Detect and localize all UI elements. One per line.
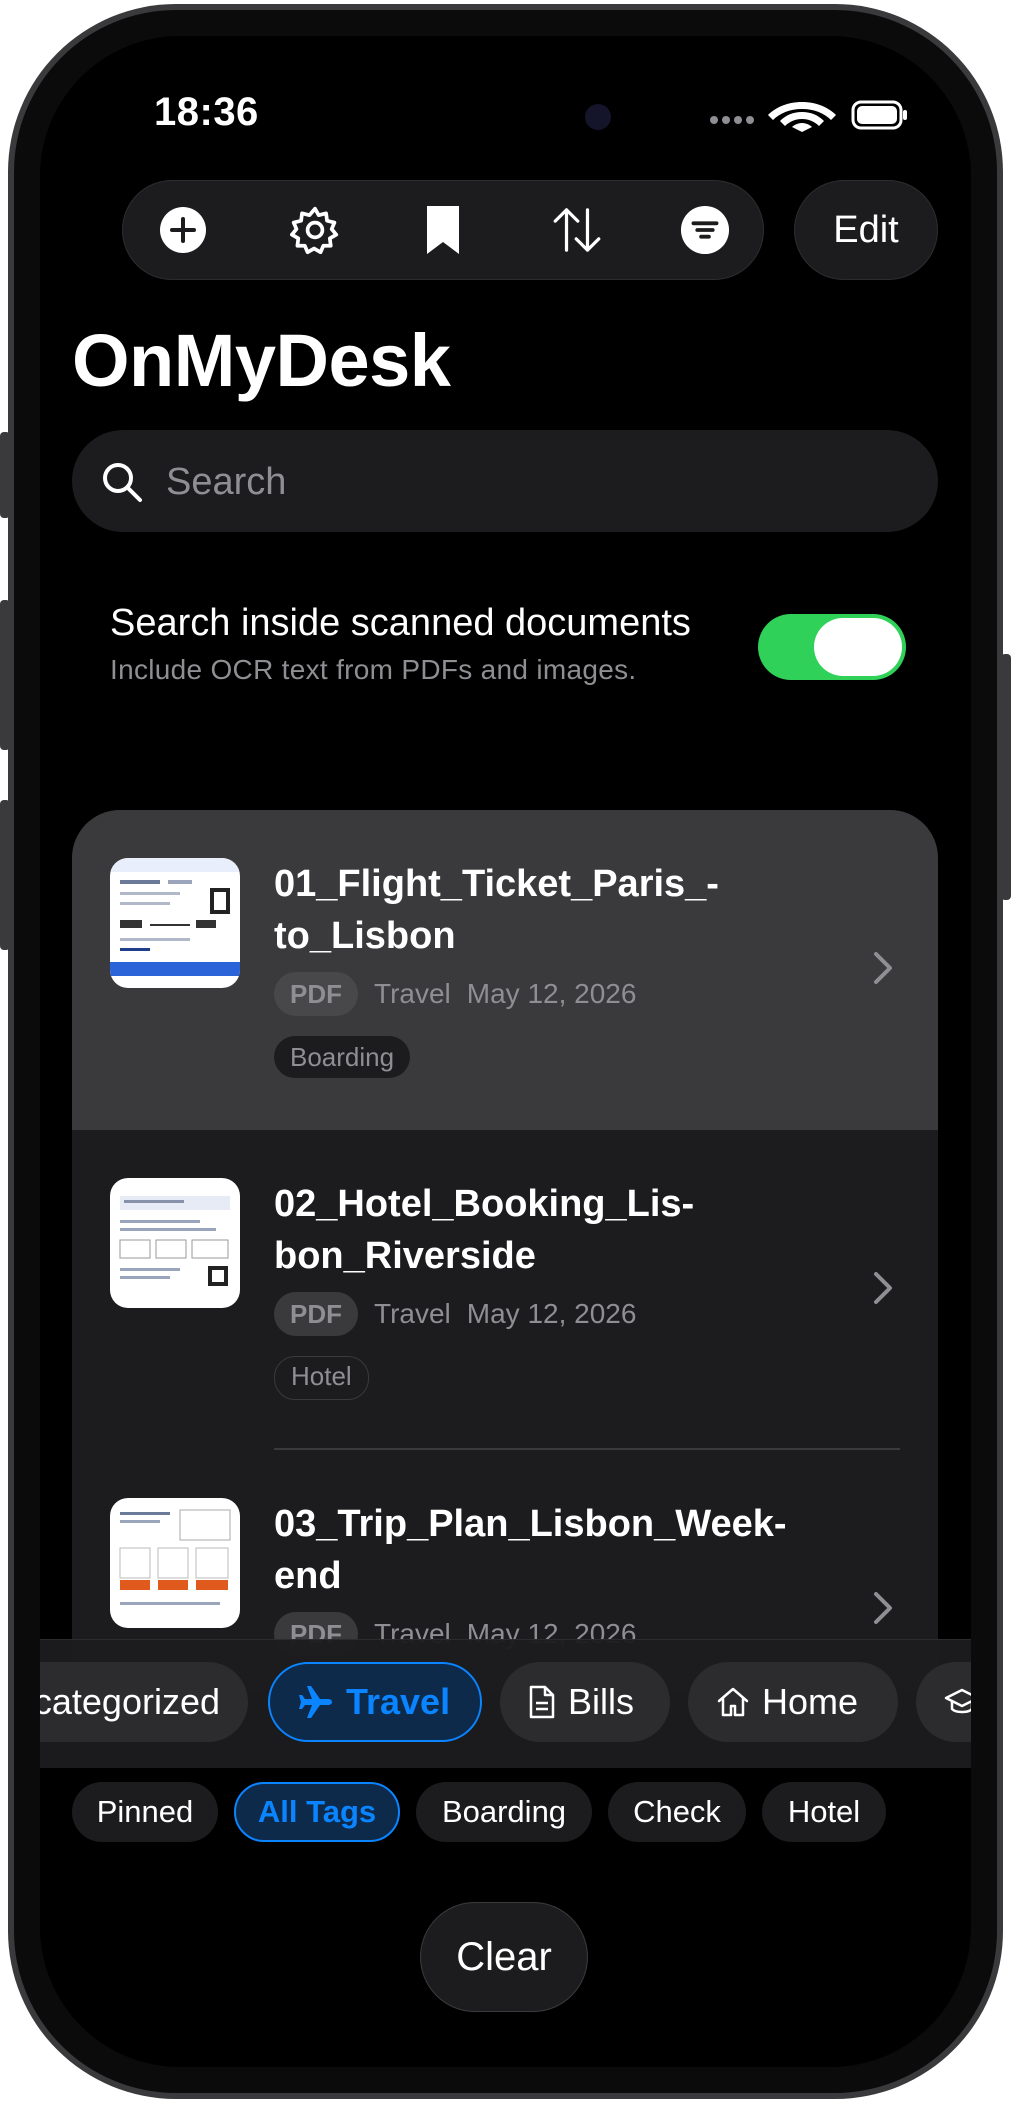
search-icon bbox=[103, 463, 142, 502]
tag-pill-boarding[interactable]: Boarding bbox=[416, 1782, 592, 1842]
cellular-icon bbox=[710, 116, 754, 124]
gear-icon bbox=[290, 206, 339, 255]
volume-down-button bbox=[0, 800, 10, 950]
document-row[interactable]: 01_Flight_Ticket_Paris_- to_Lisbon PDF Tr… bbox=[72, 810, 938, 1130]
document-date: May 12, 2026 bbox=[466, 1298, 637, 1329]
bookmark-icon bbox=[427, 206, 459, 254]
screen: 18:36 Edit OnMyDesk Search Search inside… bbox=[40, 36, 971, 2067]
search-bar bbox=[72, 430, 938, 532]
document-tag: Hotel bbox=[274, 1356, 369, 1400]
category-label: Travel bbox=[346, 1681, 451, 1722]
filter-button[interactable] bbox=[680, 205, 730, 255]
side-button bbox=[0, 432, 10, 518]
wifi-icon bbox=[768, 102, 836, 132]
category-label: categorized bbox=[40, 1681, 220, 1722]
battery-icon bbox=[851, 100, 907, 130]
file-type-badge: PDF bbox=[274, 1292, 358, 1336]
chevron-right-icon bbox=[874, 1272, 892, 1304]
category-label: Bills bbox=[568, 1681, 635, 1722]
house-icon bbox=[717, 1687, 749, 1717]
clear-button[interactable]: Clear bbox=[420, 1902, 588, 2012]
tag-pill-hotel[interactable]: Hotel bbox=[762, 1782, 886, 1842]
chevron-right-icon bbox=[874, 1592, 892, 1624]
category-pill-uncategorized[interactable]: categorized bbox=[40, 1662, 248, 1742]
volume-up-button bbox=[0, 600, 10, 750]
toggle-knob bbox=[814, 618, 902, 676]
top-toolbar bbox=[122, 180, 764, 280]
category-pill-education[interactable] bbox=[916, 1662, 971, 1742]
add-button[interactable] bbox=[158, 205, 208, 255]
document-thumbnail bbox=[110, 1498, 240, 1628]
edit-button[interactable]: Edit bbox=[794, 180, 938, 280]
sort-button[interactable] bbox=[552, 205, 602, 255]
document-category: Travel bbox=[374, 1298, 451, 1329]
document-title: 01_Flight_Ticket_Paris_- to_Lisbon bbox=[274, 863, 719, 957]
document-row[interactable]: 02_Hotel_Booking_Lis-bon_Riverside PDF T… bbox=[72, 1130, 938, 1450]
dynamic-island bbox=[378, 80, 630, 154]
category-pill-home[interactable]: Home bbox=[688, 1662, 898, 1742]
document-list: 01_Flight_Ticket_Paris_- to_Lisbon PDF Tr… bbox=[72, 810, 938, 1690]
document-title: 03_Trip_Plan_Lisbon_Week-end bbox=[274, 1503, 787, 1597]
page-title: OnMyDesk bbox=[72, 319, 451, 402]
category-pill-travel[interactable]: Travel bbox=[268, 1662, 482, 1742]
document-thumbnail bbox=[110, 858, 240, 988]
search-input[interactable] bbox=[164, 450, 908, 514]
filter-icon bbox=[680, 205, 730, 255]
settings-button[interactable] bbox=[290, 205, 340, 255]
ocr-setting-title: Search inside scanned documents bbox=[110, 602, 691, 644]
tag-filter-row: Pinned All Tags Boarding Check Hotel bbox=[40, 1782, 971, 1846]
document-meta: PDF Travel May 12, 2026 bbox=[274, 972, 636, 1016]
document-category: Travel bbox=[374, 978, 451, 1009]
sort-arrows-icon bbox=[553, 208, 601, 252]
airplane-icon bbox=[299, 1686, 332, 1718]
document-title: 02_Hotel_Booking_Lis-bon_Riverside bbox=[274, 1183, 695, 1277]
document-date: May 12, 2026 bbox=[466, 978, 637, 1009]
document-thumbnail bbox=[110, 1178, 240, 1308]
chevron-right-icon bbox=[874, 952, 892, 984]
bookmark-button[interactable] bbox=[418, 205, 468, 255]
tag-pill-pinned[interactable]: Pinned bbox=[72, 1782, 218, 1842]
power-button bbox=[1001, 654, 1011, 900]
category-bar: categorized Travel Bills Home bbox=[40, 1639, 971, 1768]
ocr-toggle[interactable] bbox=[758, 614, 906, 680]
document-tag: Boarding bbox=[274, 1036, 411, 1078]
status-time: 18:36 bbox=[154, 90, 259, 134]
plus-circle-icon bbox=[160, 207, 206, 253]
document-icon bbox=[529, 1685, 555, 1719]
graduation-cap-icon bbox=[944, 1688, 971, 1714]
category-pill-bills[interactable]: Bills bbox=[500, 1662, 670, 1742]
ocr-setting-subtitle: Include OCR text from PDFs and images. bbox=[110, 654, 637, 685]
status-icons bbox=[708, 96, 908, 137]
category-label: Home bbox=[762, 1681, 859, 1722]
document-meta: PDF Travel May 12, 2026 bbox=[274, 1292, 636, 1336]
file-type-badge: PDF bbox=[274, 972, 358, 1016]
tag-pill-all-tags[interactable]: All Tags bbox=[234, 1782, 400, 1842]
tag-pill-check[interactable]: Check bbox=[608, 1782, 746, 1842]
